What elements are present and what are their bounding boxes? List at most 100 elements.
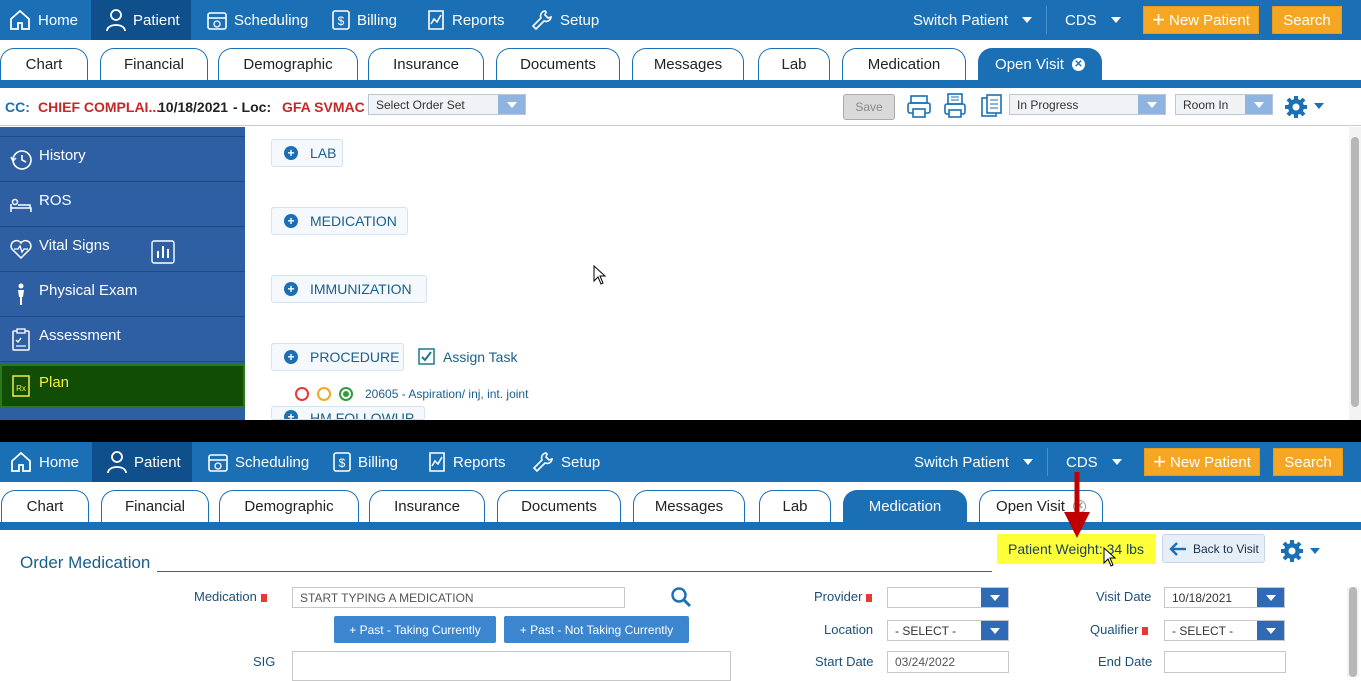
tab-medication[interactable]: Medication	[843, 490, 967, 522]
procedure-item-link[interactable]: 20605 - Aspiration/ inj, int. joint	[365, 387, 528, 401]
tab-chart[interactable]: Chart	[0, 48, 88, 80]
room-select[interactable]: Room In	[1175, 94, 1273, 115]
nav-reports[interactable]: Reports	[427, 442, 506, 482]
start-date-input[interactable]: 03/24/2022	[887, 651, 1009, 673]
print-preview-icon[interactable]	[943, 93, 967, 119]
close-icon[interactable]: ✕	[1071, 58, 1085, 71]
status-green-radio[interactable]	[339, 387, 353, 401]
sidebar-item-plan[interactable]: Rx Plan	[0, 364, 245, 408]
tab-insurance[interactable]: Insurance	[369, 490, 485, 522]
tab-lab[interactable]: Lab	[758, 48, 830, 80]
immunization-section-header[interactable]: + IMMUNIZATION	[271, 275, 427, 303]
hm-followup-section-header[interactable]: + HM FOLLOWUP	[271, 406, 425, 420]
sidebar-item-vital-signs[interactable]: Vital Signs	[0, 227, 245, 272]
sidebar-item-label: History	[39, 147, 86, 164]
past-not-taking-button[interactable]: + Past - Not Taking Currently	[504, 616, 689, 643]
order-set-select[interactable]: Select Order Set	[368, 94, 526, 115]
tab-documents[interactable]: Documents	[496, 48, 620, 80]
required-marker	[260, 593, 267, 602]
sidebar-item-history[interactable]: History	[0, 137, 245, 182]
tab-demographic[interactable]: Demographic	[218, 48, 358, 80]
nav-home[interactable]: Home	[9, 442, 89, 482]
tab-financial[interactable]: Financial	[100, 48, 208, 80]
nav-scheduling-label: Scheduling	[234, 11, 309, 29]
tab-open-visit[interactable]: Open Visit ✕	[978, 48, 1102, 80]
switch-patient-dropdown[interactable]: Switch Patient	[914, 442, 1034, 482]
nav-setup[interactable]: Setup	[530, 0, 599, 40]
gear-icon[interactable]	[1279, 538, 1305, 564]
provider-select[interactable]	[887, 587, 1009, 608]
medication-placeholder: START TYPING A MEDICATION	[300, 590, 474, 605]
search-button[interactable]: Search	[1272, 6, 1342, 34]
nav-billing-label: Billing	[357, 11, 398, 29]
nav-reports[interactable]: Reports	[426, 0, 505, 40]
procedure-section-header[interactable]: + PROCEDURE	[271, 343, 404, 371]
save-button[interactable]: Save	[843, 94, 895, 120]
sidebar-item-physical-exam[interactable]: Physical Exam	[0, 272, 245, 317]
status-orange-radio[interactable]	[317, 387, 331, 401]
chief-complaint-link[interactable]: CHIEF COMPLAI...	[38, 99, 160, 115]
location-select[interactable]: - SELECT -	[887, 620, 1009, 641]
tab-medication[interactable]: Medication	[842, 48, 966, 80]
nav-patient[interactable]: Patient	[92, 442, 192, 482]
switch-patient-dropdown[interactable]: Switch Patient	[913, 0, 1033, 40]
past-taking-currently-button[interactable]: + Past - Taking Currently	[334, 616, 496, 643]
printer-icon[interactable]	[906, 93, 932, 119]
qualifier-label: Qualifier	[1090, 622, 1149, 637]
checkbox-checked-icon	[418, 348, 435, 365]
new-patient-button[interactable]: + New Patient	[1144, 448, 1260, 476]
clipboard-icon	[12, 328, 30, 351]
nav-billing[interactable]: $ Billing	[331, 0, 397, 40]
bar-chart-icon[interactable]	[151, 240, 175, 264]
scrollbar-thumb[interactable]	[1351, 137, 1359, 407]
tab-chart[interactable]: Chart	[1, 490, 89, 522]
documents-icon[interactable]	[980, 93, 1004, 119]
tab-messages[interactable]: Messages	[633, 490, 745, 522]
save-label: Save	[855, 100, 883, 114]
chevron-down-icon	[1111, 459, 1122, 465]
visit-status-select[interactable]: In Progress	[1009, 94, 1166, 115]
tab-insurance[interactable]: Insurance	[368, 48, 484, 80]
sidebar-item-ros[interactable]: ROS	[0, 182, 245, 227]
past-taking-label: + Past - Taking Currently	[349, 622, 481, 637]
tab-financial[interactable]: Financial	[101, 490, 209, 522]
back-to-visit-button[interactable]: Back to Visit	[1162, 534, 1265, 563]
new-patient-button[interactable]: + New Patient	[1143, 6, 1259, 34]
visit-date-value: 10/18/2021	[1172, 590, 1233, 605]
gear-icon[interactable]	[1283, 94, 1309, 120]
chevron-down-icon[interactable]	[1314, 103, 1324, 109]
scrollbar-thumb[interactable]	[1349, 587, 1357, 677]
search-icon[interactable]	[670, 586, 692, 608]
svg-text:$: $	[338, 14, 345, 28]
assign-task-link[interactable]: Assign Task	[418, 348, 517, 365]
tab-label: Lab	[782, 498, 808, 515]
end-date-input[interactable]	[1164, 651, 1286, 673]
cds-dropdown[interactable]: CDS	[1065, 0, 1121, 40]
chevron-down-icon	[1257, 621, 1284, 640]
qualifier-select[interactable]: - SELECT -	[1164, 620, 1285, 641]
visit-date-select[interactable]: 10/18/2021	[1164, 587, 1285, 608]
nav-scheduling[interactable]: Scheduling	[206, 0, 308, 40]
tab-documents[interactable]: Documents	[497, 490, 621, 522]
lab-section-header[interactable]: + LAB	[271, 139, 343, 167]
tab-demographic[interactable]: Demographic	[219, 490, 359, 522]
tab-messages[interactable]: Messages	[632, 48, 744, 80]
nav-patient[interactable]: Patient	[91, 0, 191, 40]
tab-lab[interactable]: Lab	[759, 490, 831, 522]
top-scrollbar[interactable]	[1349, 127, 1361, 420]
mouse-cursor-icon	[1103, 547, 1117, 567]
medication-input[interactable]: START TYPING A MEDICATION	[292, 587, 625, 608]
chevron-down-icon[interactable]	[1310, 548, 1320, 554]
sidebar-item-assessment[interactable]: Assessment	[0, 317, 245, 362]
nav-setup[interactable]: Setup	[531, 442, 600, 482]
qualifier-label-text: Qualifier	[1090, 622, 1139, 637]
nav-home[interactable]: Home	[8, 0, 88, 40]
status-red-radio[interactable]	[295, 387, 309, 401]
sidebar-item-partial[interactable]	[0, 126, 245, 137]
bottom-scrollbar[interactable]	[1347, 587, 1359, 677]
search-button[interactable]: Search	[1273, 448, 1343, 476]
nav-reports-label: Reports	[452, 11, 505, 29]
nav-billing[interactable]: $ Billing	[332, 442, 398, 482]
nav-scheduling[interactable]: Scheduling	[207, 442, 309, 482]
medication-section-header[interactable]: + MEDICATION	[271, 207, 408, 235]
